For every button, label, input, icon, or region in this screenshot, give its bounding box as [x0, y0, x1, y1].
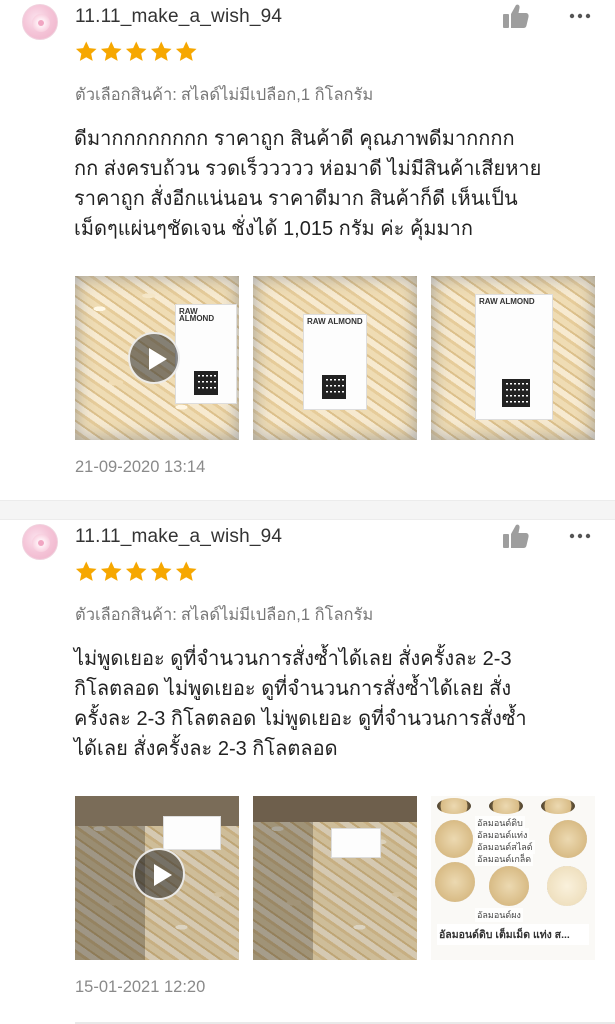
more-dots-icon	[569, 533, 591, 539]
review-media: RAW ALMOND RAW ALMOND RAW ALMOND	[75, 276, 595, 440]
review-text-line: ไม่พูดเยอะ ดูที่จำนวนการสั่งซ้ำได้เลย สั…	[74, 648, 512, 670]
review-text: ดีมากกกกกกกก ราคาถูก สินค้าดี คุณภาพดีมา…	[74, 124, 599, 244]
star-icon	[175, 41, 197, 61]
thumbs-up-icon	[503, 4, 529, 28]
like-button[interactable]	[502, 523, 530, 549]
review-media: อัลมอนด์ดิบ อัลมอนด์แท่ง อัลมอนด์สไลด์ อ…	[75, 796, 595, 960]
more-options-button[interactable]	[567, 523, 593, 549]
variation-label: ตัวเลือกสินค้า:	[75, 86, 177, 104]
avatar[interactable]	[22, 524, 58, 560]
review-video-thumbnail[interactable]: RAW ALMOND	[75, 276, 239, 440]
avatar[interactable]	[22, 4, 58, 40]
image-caption: อัลมอนด์ดิบ เต็มเม็ด แท่ง ส...	[437, 924, 589, 945]
review-video-thumbnail[interactable]	[75, 796, 239, 960]
package-label	[163, 816, 221, 850]
review-text-line: ราคาถูก สั่งอีกแน่นอน ราคาดีมาก สินค้าก็…	[74, 188, 518, 210]
star-icon	[150, 561, 172, 581]
package-label	[331, 828, 381, 858]
star-icon	[150, 41, 172, 61]
review-image-thumbnail[interactable]: อัลมอนด์ดิบ อัลมอนด์แท่ง อัลมอนด์สไลด์ อ…	[431, 796, 595, 960]
review-image-thumbnail[interactable]: RAW ALMOND	[253, 276, 417, 440]
star-rating	[74, 560, 199, 588]
play-icon[interactable]	[128, 332, 180, 384]
star-icon	[175, 561, 197, 581]
play-icon[interactable]	[133, 848, 185, 900]
variation-value: สไลด์ไม่มีเปลือก,1 กิโลกรัม	[180, 606, 374, 624]
review-image-thumbnail[interactable]	[253, 796, 417, 960]
product-variation: ตัวเลือกสินค้า: สไลด์ไม่มีเปลือก,1 กิโลกร…	[75, 602, 373, 628]
variation-value: สไลด์ไม่มีเปลือก,1 กิโลกรัม	[180, 86, 374, 104]
review-text-line: กก ส่งครบถ้วน รวดเร็ววววว ห่อมาดี ไม่มีส…	[74, 158, 542, 180]
review-text-line: กิโลตลอด ไม่พูดเยอะ ดูที่จำนวนการสั่งซ้ำ…	[74, 678, 512, 700]
star-icon	[125, 41, 147, 61]
package-label: RAW ALMOND	[303, 314, 367, 410]
reviewer-username[interactable]: 11.11_make_a_wish_94	[75, 6, 282, 28]
review-divider	[0, 500, 615, 520]
review-card: 11.11_make_a_wish_94 ตัวเลือกสินค้า: สไลด…	[0, 520, 615, 1020]
review-card: 11.11_make_a_wish_94 ตัวเลือกสินค้า: สไลด…	[0, 0, 615, 500]
like-button[interactable]	[502, 3, 530, 29]
thumbs-up-icon	[503, 524, 529, 548]
review-text-line: เม็ดๆแผ่นๆชัดเจน ชั่งได้ 1,015 กรัม ค่ะ …	[74, 218, 474, 240]
package-label: RAW ALMOND	[175, 304, 237, 404]
more-dots-icon	[569, 13, 591, 19]
package-label: RAW ALMOND	[475, 294, 553, 420]
star-icon	[75, 561, 97, 581]
review-text: ไม่พูดเยอะ ดูที่จำนวนการสั่งซ้ำได้เลย สั…	[74, 644, 599, 764]
review-image-thumbnail[interactable]: RAW ALMOND	[431, 276, 595, 440]
review-text-line: ครั้งละ 2-3 กิโลตลอด ไม่พูดเยอะ ดูที่จำน…	[74, 708, 527, 730]
review-text-line: ดีมากกกกกกกก ราคาถูก สินค้าดี คุณภาพดีมา…	[74, 128, 515, 150]
review-timestamp: 15-01-2021 12:20	[75, 978, 206, 996]
star-rating	[74, 40, 199, 68]
review-timestamp: 21-09-2020 13:14	[75, 458, 206, 476]
star-icon	[125, 561, 147, 581]
more-options-button[interactable]	[567, 3, 593, 29]
review-text-line: ได้เลย สั่งครั้งละ 2-3 กิโลตลอด	[74, 738, 338, 760]
variation-label: ตัวเลือกสินค้า:	[75, 606, 177, 624]
reviewer-username[interactable]: 11.11_make_a_wish_94	[75, 526, 282, 548]
star-icon	[100, 561, 122, 581]
star-icon	[75, 41, 97, 61]
product-variation: ตัวเลือกสินค้า: สไลด์ไม่มีเปลือก,1 กิโลกร…	[75, 82, 373, 108]
star-icon	[100, 41, 122, 61]
